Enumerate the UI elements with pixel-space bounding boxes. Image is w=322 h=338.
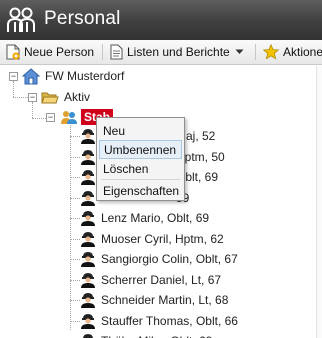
person-row[interactable] <box>80 229 102 249</box>
toolbar: Neue Person Listen und Berichte Aktionen <box>0 40 322 65</box>
tree-line <box>70 259 80 260</box>
actions-button[interactable]: Aktionen <box>263 40 322 64</box>
report-document-icon <box>110 44 123 60</box>
person-label-wrap: Muoser Cyril, Hptm, 62 <box>101 229 224 249</box>
new-person-button[interactable]: Neue Person <box>6 40 94 64</box>
tree-line <box>70 177 80 178</box>
tree-node-aktiv[interactable]: Aktiv <box>41 87 90 107</box>
tree-line <box>70 122 71 330</box>
person-icon <box>81 211 95 226</box>
tree-line <box>70 156 80 158</box>
tree-node-label: Aktiv <box>64 90 91 104</box>
collapse-toggle[interactable]: − <box>9 72 18 81</box>
person-label-wrap: Sangiorgio Colin, Oblt, 67 <box>101 249 238 269</box>
person-icon <box>81 252 95 267</box>
tree-node-root[interactable]: FW Musterdorf <box>22 66 124 86</box>
tree-node-label: FW Musterdorf <box>45 69 125 83</box>
home-icon <box>22 67 40 84</box>
folder-open-icon <box>41 92 59 103</box>
person-icon <box>81 170 95 185</box>
tree-line <box>70 136 80 137</box>
tree-line <box>70 300 80 301</box>
person-icon <box>81 149 95 165</box>
new-document-icon <box>6 44 20 60</box>
scrollbar-track[interactable] <box>316 66 322 338</box>
person-icon <box>81 313 95 329</box>
person-row[interactable] <box>80 290 102 310</box>
person-label: Sangiorgio Colin, Oblt, 67 <box>101 252 238 266</box>
actions-label: Aktionen <box>283 45 322 59</box>
person-row[interactable] <box>80 249 102 269</box>
lists-reports-label: Listen und Berichte <box>127 45 230 59</box>
title-bar: Personal <box>0 0 322 40</box>
new-person-label: Neue Person <box>24 45 95 59</box>
tree-line <box>13 97 28 98</box>
context-menu: Neu Umbenennen Löschen Eigenschaften <box>96 117 185 201</box>
person-label: Muoser Cyril, Hptm, 62 <box>101 231 224 246</box>
tree-line <box>13 81 14 97</box>
personnel-tree: − FW Musterdorf − Aktiv − Stab Maj, 52Hp… <box>0 66 322 338</box>
tree-line <box>70 238 80 240</box>
tree-line <box>70 218 80 219</box>
person-label-wrap: Schneider Martin, Lt, 68 <box>101 290 228 310</box>
person-label: Lenz Mario, Oblt, 69 <box>101 211 210 225</box>
person-icon <box>81 129 95 144</box>
chevron-down-icon <box>235 49 244 54</box>
menu-separator <box>101 179 180 180</box>
app-title: Personal <box>44 8 121 29</box>
person-label: Thüler Mike, Oblt, 69 <box>101 334 212 338</box>
person-icon <box>81 231 95 247</box>
menu-item-delete[interactable]: Löschen <box>99 159 182 178</box>
person-label: Scherrer Daniel, Lt, 67 <box>101 272 222 287</box>
person-label: Schneider Martin, Lt, 68 <box>101 293 229 307</box>
tree-line <box>70 279 80 281</box>
person-row[interactable] <box>80 270 102 290</box>
tree-line <box>32 102 33 118</box>
person-icon <box>83 334 93 338</box>
person-icon <box>81 293 95 308</box>
person-row[interactable] <box>80 311 102 331</box>
lists-reports-button[interactable]: Listen und Berichte <box>110 40 248 64</box>
menu-item-properties[interactable]: Eigenschaften <box>99 181 182 200</box>
star-icon <box>263 44 279 60</box>
toolbar-separator <box>255 44 256 60</box>
person-icon <box>81 272 95 288</box>
menu-item-rename[interactable]: Umbenennen <box>99 140 182 159</box>
person-icon <box>81 190 95 206</box>
person-label-wrap: Lenz Mario, Oblt, 69 <box>101 208 209 228</box>
tree-line <box>70 197 80 199</box>
person-row[interactable] <box>80 208 102 228</box>
person-label: Stauffer Thomas, Oblt, 66 <box>101 313 238 328</box>
collapse-toggle[interactable]: − <box>46 113 55 122</box>
people-logo-icon <box>7 7 35 32</box>
menu-item-new[interactable]: Neu <box>99 121 182 140</box>
person-label-wrap: Thüler Mike, Oblt, 69 <box>101 331 212 338</box>
person-row[interactable] <box>80 331 102 338</box>
collapse-toggle[interactable]: − <box>28 93 37 102</box>
person-label-wrap: Scherrer Daniel, Lt, 67 <box>101 270 221 290</box>
group-icon <box>61 111 77 124</box>
person-label-wrap: Stauffer Thomas, Oblt, 66 <box>101 311 238 331</box>
tree-line <box>70 320 80 322</box>
toolbar-separator <box>102 44 103 60</box>
